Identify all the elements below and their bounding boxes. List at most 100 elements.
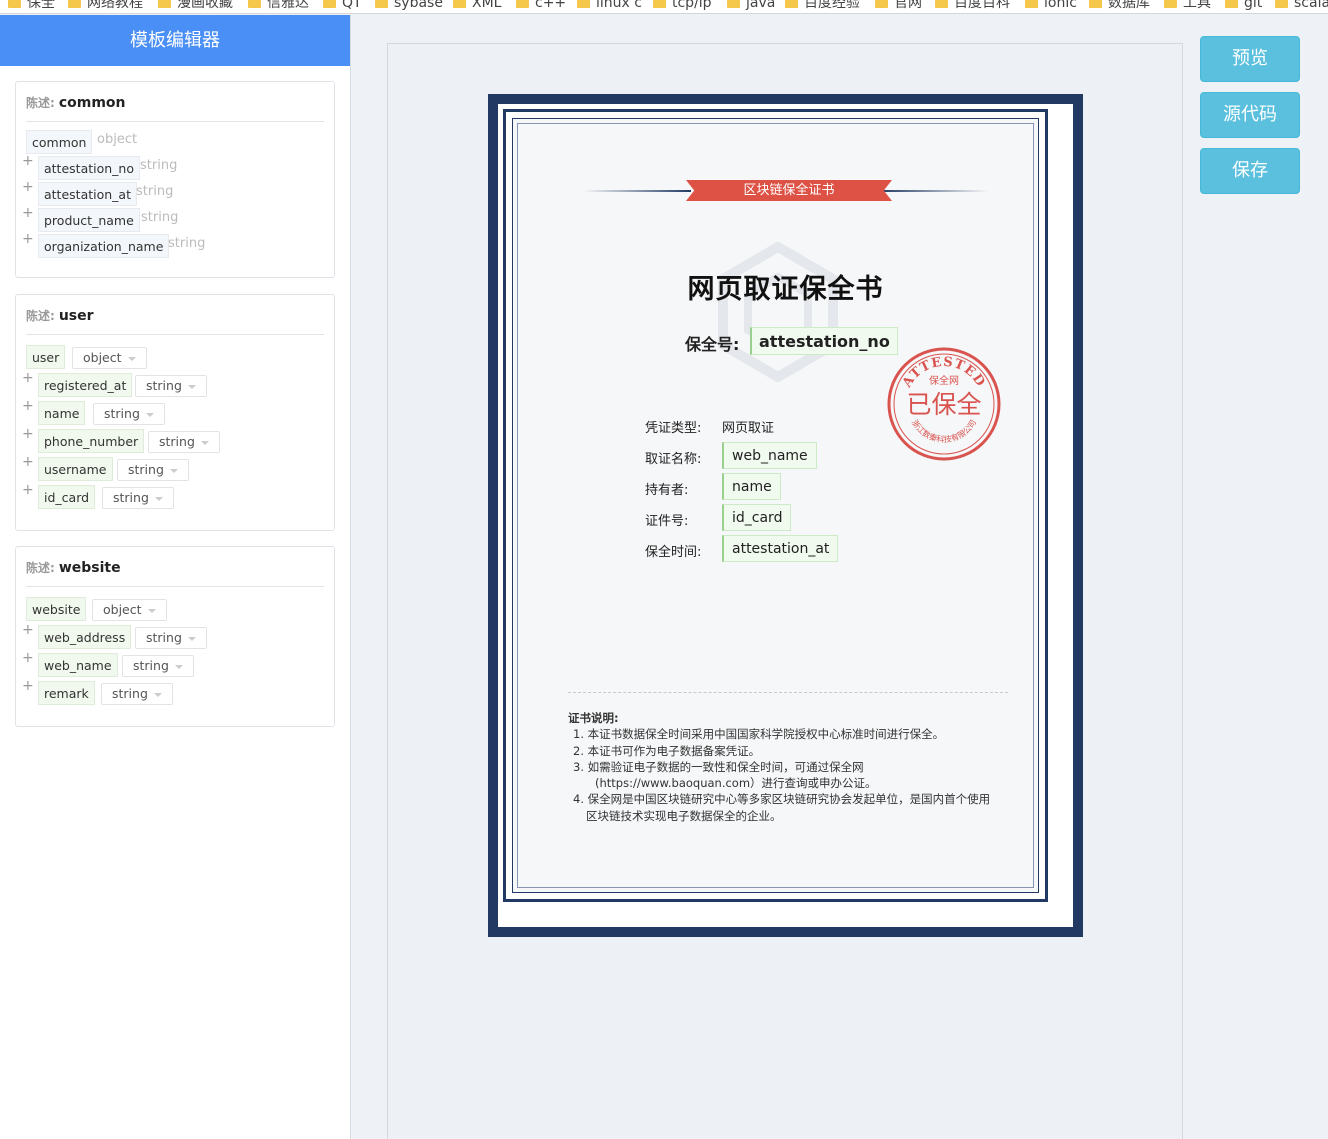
schema-key-field[interactable]: registered_at [38,373,133,397]
bookmark-label: 保全 [27,0,55,11]
folder-icon [323,0,336,8]
bookmark-label: 百度经验 [804,0,860,11]
attestation-time-field[interactable]: attestation_at [722,535,839,562]
add-icon[interactable]: + [22,650,34,666]
describe-label: 陈述: [26,561,55,575]
seal-bottom-text: 浙江数秦科技有限公司 [910,418,978,444]
chevron-down-icon [200,440,209,445]
bookmark-label: 数据库 [1108,0,1150,11]
note-item-continued: 区块链技术实现电子数据保全的企业。 [586,808,782,823]
bookmark-label: git [1244,0,1263,11]
source-code-button[interactable]: 源代码 [1200,92,1300,138]
preview-button[interactable]: 预览 [1200,36,1300,82]
add-icon[interactable]: + [22,426,34,442]
add-icon[interactable]: + [22,398,34,414]
bookmark-label: 信雅达 [267,0,309,11]
web-name-field[interactable]: web_name [722,442,817,469]
schema-key-field[interactable]: website [26,597,87,621]
certificate-banner: 区块链保全证书 [686,180,892,201]
add-icon[interactable]: + [22,482,34,498]
folder-icon [1089,0,1102,8]
folder-icon [785,0,798,8]
schema-key-field[interactable]: name [38,401,86,425]
bookmark-item[interactable]: XML [453,0,501,13]
add-icon[interactable]: + [22,370,34,386]
bookmarks-bar: 保全 网络教程 漫画收藏 信雅达 QT sybase XML c++ linux… [0,0,1328,14]
sidebar-title: 模板编辑器 [0,15,350,66]
schema-key-field[interactable]: phone_number [38,429,145,453]
schema-key-field[interactable]: username [38,457,113,481]
schema-key-field[interactable]: remark [38,681,95,705]
panel-header: 陈述: common [26,82,324,122]
bookmark-item[interactable]: git [1225,0,1262,13]
bookmark-item[interactable]: ionic [1025,0,1077,13]
bookmark-item[interactable]: 网络教程 [68,0,143,13]
folder-icon [1164,0,1177,8]
bookmark-item[interactable]: 信雅达 [248,0,309,13]
save-button[interactable]: 保存 [1200,148,1300,194]
schema-key-field[interactable]: organization_name [38,234,170,258]
folder-icon [1025,0,1038,8]
type-select-value: string [113,490,149,505]
id-card-field[interactable]: id_card [722,504,792,531]
type-select[interactable]: object [72,347,147,369]
certificate-notes: 证书说明: 1. 本证书数据保全时间采用中国国家科学院授权中心标准时间进行保全。… [568,710,1018,824]
type-select[interactable]: string [148,431,220,453]
seal-main-text: 已保全 [906,390,981,419]
info-label: 证件号: [645,514,689,529]
bookmark-item[interactable]: sybase [375,0,443,13]
bookmark-item[interactable]: 百度百科 [935,0,1010,13]
add-icon[interactable]: + [22,454,34,470]
schema-key-field[interactable]: attestation_no [38,156,140,180]
schema-key-field[interactable]: product_name [38,208,140,232]
add-icon[interactable]: + [22,179,34,195]
type-select-value: object [103,602,142,617]
bookmark-item[interactable]: linux c [577,0,642,13]
add-icon[interactable]: + [22,622,34,638]
type-select[interactable]: string [102,487,174,509]
bookmark-label: 工具 [1183,0,1211,11]
bookmark-item[interactable]: 工具 [1164,0,1211,13]
folder-icon [516,0,529,8]
type-select-value: string [104,406,140,421]
bookmark-item[interactable]: 保全 [8,0,55,13]
add-icon[interactable]: + [22,153,34,169]
note-item: 4. 保全网是中国区块链研究中心等多家区块链研究协会发起单位，是国内首个使用 [573,792,991,807]
schema-key-field[interactable]: id_card [38,485,96,509]
add-icon[interactable]: + [22,205,34,221]
bookmark-item[interactable]: 官网 [875,0,922,13]
type-select[interactable]: string [101,683,173,705]
add-icon[interactable]: + [22,678,34,694]
folder-icon [653,0,666,8]
type-select[interactable]: string [117,459,189,481]
attestation-no-field[interactable]: attestation_no [750,327,898,355]
bookmark-item[interactable]: QT [323,0,362,13]
type-select-value: string [159,434,195,449]
schema-key-field[interactable]: common [26,130,93,154]
holder-name-field[interactable]: name [722,473,781,500]
schema-key-field[interactable]: web_address [38,625,132,649]
schema-key-field[interactable]: attestation_at [38,182,137,206]
add-icon[interactable]: + [22,231,34,247]
type-select[interactable]: object [92,599,167,621]
bookmark-label: sybase [394,0,443,11]
chevron-down-icon [169,468,178,473]
bookmark-item[interactable]: c++ [516,0,566,13]
bookmark-item[interactable]: 百度经验 [785,0,860,13]
schema-key-field[interactable]: user [26,345,66,369]
type-select[interactable]: string [135,375,207,397]
schema-key-field[interactable]: web_name [38,653,118,677]
bookmark-item[interactable]: scala [1275,0,1328,13]
type-select[interactable]: string [135,627,207,649]
schema-type-label: string [168,236,206,251]
bookmark-item[interactable]: tcp/ip [653,0,712,13]
folder-icon [875,0,888,8]
type-select[interactable]: string [122,655,194,677]
bookmark-item[interactable]: 数据库 [1089,0,1150,13]
bookmark-label: 百度百科 [954,0,1010,11]
type-select[interactable]: string [93,403,165,425]
info-label: 凭证类型: [645,421,702,436]
bookmark-item[interactable]: 漫画收藏 [158,0,233,13]
chevron-down-icon [127,356,136,361]
bookmark-item[interactable]: java [727,0,775,13]
